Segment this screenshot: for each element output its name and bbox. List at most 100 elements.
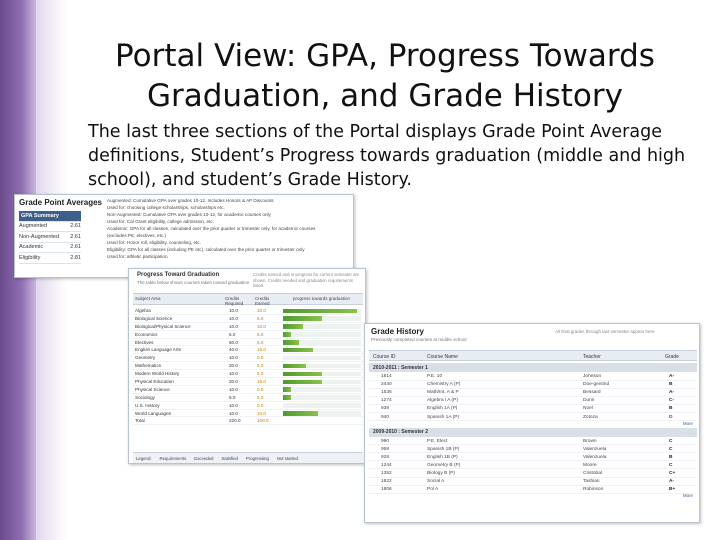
progress-bar-fill <box>283 371 322 377</box>
teacher: Cristobal <box>583 471 602 476</box>
header-teacher: Teacher <box>583 353 601 360</box>
grade-row: 1536 Math/Int. A & P Bessard A- <box>369 389 697 397</box>
grade: D <box>669 414 673 420</box>
teacher: Robinson <box>583 487 604 493</box>
progress-bar-track <box>283 355 361 361</box>
grade-row: 1822 Social A Tashian A- <box>369 478 697 486</box>
gpa-label: Academic <box>19 244 44 251</box>
course-name: P.E. Elect <box>427 438 448 444</box>
header-grade: Grade <box>665 353 679 360</box>
grade: C+ <box>669 471 676 476</box>
legend-item: Requirements <box>159 456 187 461</box>
progress-required: 10.0 <box>229 386 238 392</box>
progress-required: 10.0 <box>229 410 238 416</box>
gpa-label: Eligibility <box>19 254 41 261</box>
progress-bar-fill <box>283 332 291 337</box>
progress-required: 10.0 <box>229 402 238 408</box>
legend-item: Not started <box>276 456 298 461</box>
progress-subject: Algebra <box>135 308 151 313</box>
progress-row: Biological/Physical Science 10.0 10.0 <box>133 323 363 331</box>
progress-row: Total 220.0 100.0 <box>133 417 363 426</box>
progress-earned: 10.0 <box>257 308 266 313</box>
teacher: Johnson <box>583 374 602 379</box>
progress-bar-fill <box>283 395 291 400</box>
teacher: Doe-gentind <box>583 382 610 388</box>
progress-subject: Electives <box>135 339 154 345</box>
progress-earned: 0.0 <box>257 386 264 392</box>
progress-required: 10.0 <box>229 308 238 313</box>
course-id: 1274 <box>381 398 392 404</box>
semester-header: 2009-2010 : Semester 2 <box>369 427 697 437</box>
gpa-value: 2.61 <box>70 233 81 240</box>
progress-required: 220.0 <box>229 418 241 424</box>
progress-row: Algebra 10.0 10.0 <box>133 307 363 315</box>
grade-row: 1274 Algebra I A (P) Dunn C- <box>369 397 697 405</box>
grade: C <box>669 462 673 468</box>
header-course-name: Course Name <box>427 353 458 360</box>
gpa-definition: Used for: athletic participation <box>107 254 168 259</box>
gpa-row: Non-Augmented 2.61 <box>19 232 81 243</box>
course-id: 1244 <box>381 462 392 468</box>
legend-item: Satisfied <box>221 456 238 461</box>
grade: B <box>669 406 673 412</box>
progress-required: 10.0 <box>229 315 238 321</box>
course-name: Biology B (P) <box>427 471 455 476</box>
progress-bar-track <box>283 403 361 408</box>
teacher: Noel <box>583 406 593 412</box>
progress-bar-fill <box>283 316 322 321</box>
progress-subject: English Language Arts <box>135 347 181 353</box>
grade: C <box>669 438 673 444</box>
grade-row: 2440 Chemistry A (P) Doe-gentind B <box>369 381 697 389</box>
grade-row: 1244 Geometry B (P) Moore C <box>369 462 697 470</box>
teacher: Dunn <box>583 398 595 404</box>
gpa-label: Non-Augmented <box>19 233 60 240</box>
progress-subtitle: The table below shows courses taken towa… <box>137 280 250 285</box>
progress-subject: Modern World History <box>135 371 180 377</box>
course-name: P.E. 10 <box>427 374 443 379</box>
gpa-panel: Grade Point Averages GPA Summary Augment… <box>14 194 354 278</box>
progress-row: U.S. History 10.0 0.0 <box>133 402 363 410</box>
course-id: 928 <box>381 454 390 460</box>
course-id: 1536 <box>381 390 392 396</box>
gpa-definition: (excludes PE, electives, etc.) <box>107 233 166 238</box>
course-name: Math/Int. A & P <box>427 390 459 396</box>
grade-history-panel: Grade History Previously completed cours… <box>364 323 700 523</box>
gpa-heading: Grade Point Averages <box>19 198 102 207</box>
course-name: Chemistry A (P) <box>427 382 461 388</box>
grade-row: 940 Spanish 1A (P) Zotoza D <box>369 414 697 422</box>
progress-row: World Languages 10.0 10.0 <box>133 410 363 418</box>
progress-required: 20.0 <box>229 379 238 385</box>
grade: A- <box>669 390 675 396</box>
course-name: Social A <box>427 479 445 485</box>
progress-required: 10.0 <box>229 323 238 329</box>
progress-bar-fill <box>283 379 322 385</box>
progress-row: Modern World History 10.0 5.0 <box>133 370 363 379</box>
progress-earned: 0.0 <box>257 355 264 361</box>
course-id: 990 <box>381 438 390 444</box>
header-required: Credits Required <box>225 296 244 306</box>
progress-bar-fill <box>283 363 307 369</box>
legend-item: Legend: <box>136 456 152 461</box>
progress-earned: 10.0 <box>257 323 266 329</box>
progress-earned: 5.0 <box>257 363 264 369</box>
progress-note: Credits earned and in-progress for curre… <box>253 272 360 288</box>
more-link[interactable]: More <box>683 493 693 498</box>
teacher: Valenzuela <box>583 454 607 460</box>
grade-row: 990 P.E. Elect Brown C <box>369 438 697 446</box>
gpa-definition: Academic: GPA for all classes, calculate… <box>107 226 316 231</box>
course-name: English 1A (P) <box>427 406 458 412</box>
gpa-row: Eligibility 2.81 <box>19 253 81 264</box>
grade: B+ <box>669 487 676 493</box>
teacher: Moore <box>583 462 597 468</box>
course-id: 1814 <box>381 374 392 379</box>
grade: A- <box>669 374 675 379</box>
progress-required: 40.0 <box>229 347 238 353</box>
grade-row: 958 Spanish 1B (P) Valenzuela C <box>369 446 697 454</box>
progress-subject: Physical Education <box>135 379 174 385</box>
progress-subject: Biological/Physical Science <box>135 323 191 329</box>
course-id: 2440 <box>381 382 392 388</box>
progress-row: Biological Science 10.0 5.0 <box>133 315 363 323</box>
more-link[interactable]: More <box>683 421 693 426</box>
title-line-1: Portal View: GPA, Progress Towards <box>115 38 655 74</box>
grade: C <box>669 446 673 452</box>
